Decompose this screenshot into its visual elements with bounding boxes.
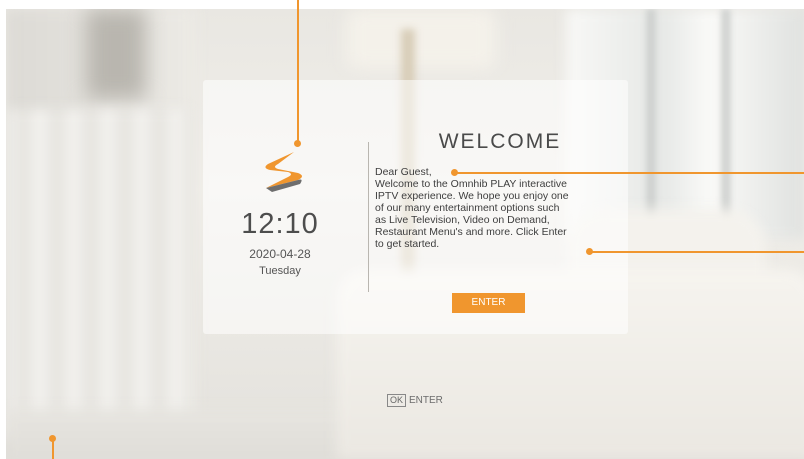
- background-lamp-shade: [346, 9, 496, 69]
- clock-date: 2020-04-28: [249, 247, 311, 261]
- callout-line-logo: [297, 0, 299, 143]
- remote-hint: OK ENTER: [387, 394, 443, 407]
- background-window-frame: [721, 9, 731, 239]
- background-window-frame: [646, 9, 656, 239]
- clock-time: 12:10: [241, 208, 319, 240]
- enter-button[interactable]: ENTER: [452, 293, 525, 313]
- callout-dot-message-end: [586, 248, 593, 255]
- callout-line-message: [456, 172, 804, 174]
- callout-dot-message: [451, 169, 458, 176]
- remote-hint-label: ENTER: [409, 395, 443, 406]
- callout-dot-logo: [294, 140, 301, 147]
- omnhib-s-logo-icon: [265, 152, 302, 192]
- background-curtain: [6, 109, 191, 439]
- background-shadow: [86, 9, 146, 99]
- callout-dot-background: [49, 435, 56, 442]
- ok-key-icon: OK: [387, 394, 407, 407]
- welcome-message: Dear Guest, Welcome to the Omnhib PLAY i…: [375, 166, 569, 250]
- clock-day: Tuesday: [259, 265, 301, 277]
- welcome-title: WELCOME: [438, 130, 562, 153]
- panel-divider: [368, 142, 369, 292]
- callout-line-message-end: [591, 251, 804, 253]
